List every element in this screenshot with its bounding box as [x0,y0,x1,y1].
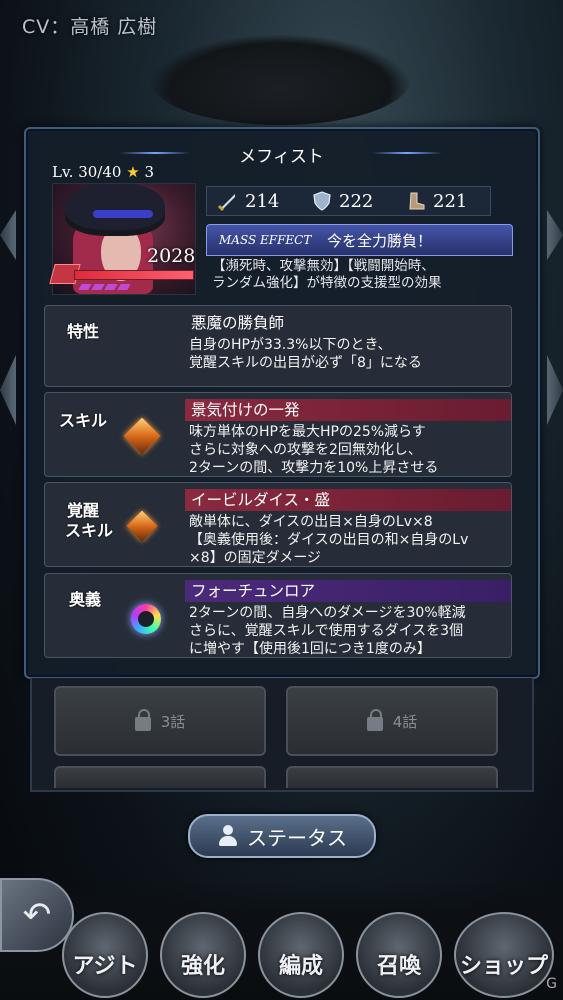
defense-stat: 222 [301,190,395,212]
hp-bar-fill [75,271,193,279]
nav-formation-label: 編成 [278,954,323,979]
mass-effect-line: ランダム強化】が特徴の支援型の効果 [212,275,442,291]
gauge-meter [78,284,131,290]
trait-label: 特性 [67,322,100,341]
nav-agit[interactable]: アジト [62,912,148,998]
portrait-hat-band [93,210,153,218]
awaken-line: 【奥義使用後：ダイスの出目の和×自身のLv [189,532,469,548]
trait-description: 自身のHPが33.3%以下のとき、 覚醒スキルの出目が必ず「8」になる [189,336,422,372]
skill-section: スキル 景気付けの一発 味方単体のHPを最大HPの25%減らす さらに対象への攻… [44,392,512,477]
awaken-skill-section: 覚醒 スキル イービルダイス・盛 敵単体に、ダイスの出目×自身のLv×8 【奥義… [44,482,512,567]
episode-3-label: 3話 [160,712,186,731]
shield-icon [313,191,331,211]
star-icon: ★ [126,163,140,181]
nav-formation[interactable]: 編成 [258,912,344,998]
ultimate-line: に増やす【使用後1回につき1度のみ】 [189,641,431,657]
awaken-title: イービルダイス・盛 [185,489,511,511]
skill-description: 味方単体のHPを最大HPの25%減らす さらに対象への攻撃を2回無効化し、 2タ… [189,423,438,477]
defense-value: 222 [339,190,374,212]
skill-line: 2ターンの間、攻撃力を10%上昇させる [189,460,439,476]
ultimate-orb-icon [131,604,161,634]
next-character-arrow[interactable] [547,355,563,425]
prev-character-arrow[interactable] [0,355,16,425]
skill-gem-icon [123,417,161,455]
sword-icon [217,194,235,212]
speed-stat: 221 [395,190,489,212]
mass-effect-description: 【瀕死時、攻撃無効】【戦闘開始時、 ランダム強化】が特徴の支援型の効果 [206,255,511,295]
prev-arrow-small[interactable] [0,210,16,260]
nav-enhance-label: 強化 [180,954,225,979]
status-button[interactable]: ステータス [188,814,376,858]
background-art [150,35,410,125]
ultimate-line: さらに、覚醒スキルで使用するダイスを3個 [189,623,464,639]
ultimate-section: 奥義 フォーチュンロア 2ターンの間、自身へのダメージを30%軽減 さらに、覚醒… [44,573,512,658]
boot-icon [409,192,425,210]
level-info: Lv. 30/40 ★ 3 [52,163,154,181]
level-text: Lv. 30/40 [52,163,122,181]
episode-3-button[interactable]: 3話 [54,686,266,756]
gauge-segment [91,284,105,290]
back-arrow-icon: ↶ [22,895,52,935]
skill-label: スキル [59,411,108,430]
nav-summon[interactable]: 召喚 [356,912,442,998]
nav-enhance[interactable]: 強化 [160,912,246,998]
skill-line: 味方単体のHPを最大HPの25%減らす [189,424,426,440]
ultimate-description: 2ターンの間、自身へのダメージを30%軽減 さらに、覚醒スキルで使用するダイスを… [189,604,466,658]
stats-box: 214 222 221 [206,186,491,216]
ultimate-title: フォーチュンロア [185,580,511,602]
awaken-description: 敵単体に、ダイスの出目×自身のLv×8 【奥義使用後：ダイスの出目の和×自身のL… [189,513,468,567]
attack-value: 214 [245,190,280,212]
next-arrow-small[interactable] [547,210,563,260]
mass-effect-header: MASS EFFECT 今を全力勝負！ [206,224,513,256]
voice-actor-label: CV：高橋 広樹 [22,16,158,38]
hp-bar [74,270,194,280]
person-icon [217,825,239,847]
nav-summon-label: 召喚 [376,954,421,979]
lock-icon [366,709,383,731]
rarity-value: 3 [144,163,154,181]
nav-agit-label: アジト [72,954,138,979]
skill-title: 景気付けの一発 [185,399,511,421]
trait-line: 覚醒スキルの出目が必ず「8」になる [189,355,422,371]
awaken-gem-icon [126,510,158,542]
status-button-label: ステータス [247,825,347,850]
trait-section: 特性 悪魔の勝負師 自身のHPが33.3%以下のとき、 覚醒スキルの出目が必ず「… [44,305,512,387]
mass-effect-box: MASS EFFECT 今を全力勝負！ 【瀕死時、攻撃無効】【戦闘開始時、 ラン… [206,224,513,298]
episode-6-button[interactable] [286,766,498,788]
trait-title: 悪魔の勝負師 [191,314,285,332]
awaken-label-line2: スキル [65,521,114,540]
gauge-segment [104,284,118,290]
trait-line: 自身のHPが33.3%以下のとき、 [189,337,392,353]
nav-shop[interactable]: ショップ [454,912,554,998]
nav-shop-label: ショップ [459,954,548,979]
lock-icon [134,709,151,731]
attack-stat: 214 [207,190,301,212]
gauge-segment [117,284,131,290]
episode-5-button[interactable] [54,766,266,788]
mass-effect-line: 【瀕死時、攻撃無効】【戦闘開始時、 [212,258,435,274]
site-watermark: G [546,976,557,992]
ultimate-label: 奥義 [69,590,102,609]
awaken-line: ×8】の固定ダメージ [189,550,321,566]
portrait-hat [65,184,165,230]
back-button[interactable]: ↶ [0,878,74,952]
episode-4-button[interactable]: 4話 [286,686,498,756]
skill-line: さらに対象への攻撃を2回無効化し、 [189,442,422,458]
mass-effect-title: 今を全力勝負！ [327,231,433,250]
hp-value: 2028 [147,245,196,267]
gauge-segment [78,284,92,290]
speed-value: 221 [433,190,468,212]
mass-effect-tag: MASS EFFECT [219,233,312,247]
ultimate-line: 2ターンの間、自身へのダメージを30%軽減 [189,605,466,621]
episode-4-label: 4話 [392,712,418,731]
awaken-line: 敵単体に、ダイスの出目×自身のLv×8 [189,514,433,530]
